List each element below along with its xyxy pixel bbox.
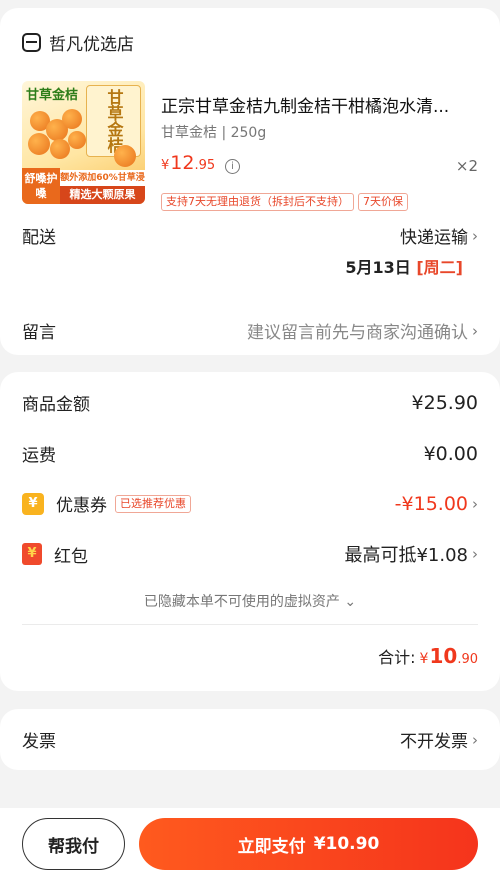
goods-amount-row: 商品金额 ¥25.90 xyxy=(22,390,478,416)
service-tags: 支持7天无理由退货（拆封后不支持） 7天价保 xyxy=(161,193,408,211)
invoice-value: 不开发票 xyxy=(400,732,468,752)
total-currency: ¥ xyxy=(419,651,429,667)
delivery-method: 快递运输 › xyxy=(400,223,478,249)
delivery-label: 配送 xyxy=(22,228,56,248)
fruit-shape xyxy=(114,145,136,167)
thumbnail-foot-label: 精选大颗原果 xyxy=(60,186,145,204)
help-me-pay-button[interactable]: 帮我付 xyxy=(22,818,125,870)
total-label: 合计: xyxy=(378,648,416,667)
message-label: 留言 xyxy=(22,323,56,343)
thumbnail-package: 甘草金桔 xyxy=(86,85,141,157)
product-title[interactable]: 正宗甘草金桔九制金桔干柑橘泡水清... xyxy=(161,92,481,117)
price-currency: ¥ xyxy=(161,158,170,173)
red-packet-value: 最高可抵¥1.08 xyxy=(344,545,468,566)
chevron-right-icon: › xyxy=(472,730,478,749)
price-protection-tag: 7天价保 xyxy=(358,193,408,211)
chevron-right-icon: › xyxy=(472,226,478,245)
shipping-fee-row: 运费 ¥0.00 xyxy=(22,441,478,467)
price-integer: 12 xyxy=(170,152,195,174)
chevron-right-icon: › xyxy=(472,545,478,563)
message-row[interactable]: 留言 建议留言前先与商家沟通确认 › xyxy=(22,318,478,344)
order-total: 合计: ¥ 10 .90 xyxy=(378,644,478,668)
pay-now-label: 立即支付 xyxy=(237,836,306,857)
red-packet-label: 红包 xyxy=(54,546,88,567)
goods-amount-label: 商品金额 xyxy=(22,395,90,415)
return-policy-tag: 支持7天无理由退货（拆封后不支持） xyxy=(161,193,354,211)
delivery-weekday: [周二] xyxy=(416,258,463,277)
pay-now-amount: ¥10.90 xyxy=(313,834,380,854)
red-packet-row[interactable]: ¥ 红包 最高可抵¥1.08 › xyxy=(22,541,478,567)
product-price: ¥ 12 .95 xyxy=(161,152,215,174)
store-icon xyxy=(22,33,41,52)
fruit-shape xyxy=(62,109,82,129)
product-spec: 甘草金桔 | 250g xyxy=(161,125,267,141)
thumbnail-title: 甘草金桔 xyxy=(26,88,79,103)
hidden-assets-toggle[interactable]: 已隐藏本单不可使用的虚拟资产 ⌄ xyxy=(0,591,500,611)
pay-now-button[interactable]: 立即支付 ¥10.90 xyxy=(139,818,478,870)
price-decimal: .95 xyxy=(194,158,216,173)
coupon-badge: 已选推荐优惠 xyxy=(115,494,191,513)
shipping-fee-value: ¥0.00 xyxy=(423,442,478,465)
invoice-row[interactable]: 发票 不开发票 › xyxy=(22,727,478,753)
bottom-action-bar: 帮我付 立即支付 ¥10.90 xyxy=(0,808,500,881)
chevron-right-icon: › xyxy=(472,494,478,513)
total-price: ¥ 10 .90 xyxy=(420,644,478,668)
store-name: 哲凡优选店 xyxy=(49,35,134,55)
message-placeholder: 建议留言前先与商家沟通确认 xyxy=(247,323,468,343)
coupon-value: -¥15.00 xyxy=(394,492,468,515)
delivery-date: 5月13日 [周二] xyxy=(345,254,463,278)
invoice-label: 发票 xyxy=(22,732,56,752)
total-integer: 10 xyxy=(429,644,458,668)
price-info-icon[interactable]: i xyxy=(225,159,240,174)
red-packet-icon: ¥ xyxy=(22,543,42,565)
fruit-shape xyxy=(50,139,70,159)
product-thumbnail[interactable]: 甘草金桔 甘草金桔 舒嗓护嗓 额外添加60%甘草浸 精选大颗原果 xyxy=(22,81,145,204)
thumbnail-side-label: 舒嗓护嗓 xyxy=(22,168,60,204)
hidden-assets-text: 已隐藏本单不可使用的虚拟资产 xyxy=(143,594,340,610)
help-me-pay-label: 帮我付 xyxy=(48,836,99,857)
total-decimal: .90 xyxy=(457,652,478,667)
store-header[interactable]: 哲凡优选店 xyxy=(22,30,134,55)
delivery-method-text: 快递运输 xyxy=(400,228,468,248)
delivery-date-text: 5月13日 xyxy=(345,258,411,277)
thumbnail-band-label: 额外添加60%甘草浸 xyxy=(60,170,145,186)
shipping-fee-label: 运费 xyxy=(22,446,56,466)
divider xyxy=(22,624,478,625)
goods-amount-value: ¥25.90 xyxy=(411,391,478,414)
coupon-label: 优惠券 xyxy=(56,496,107,516)
product-quantity: ×2 xyxy=(455,157,478,175)
fruit-shape xyxy=(28,133,50,155)
message-field[interactable]: 建议留言前先与商家沟通确认 › xyxy=(247,318,478,344)
delivery-row[interactable]: 配送 快递运输 › xyxy=(22,223,478,249)
order-store-card: 哲凡优选店 甘草金桔 甘草金桔 舒嗓护嗓 额外添加60%甘草浸 精选大颗原果 正… xyxy=(0,8,500,355)
coupon-row[interactable]: ¥ 优惠券 已选推荐优惠 -¥15.00 › xyxy=(22,491,478,516)
chevron-down-icon: ⌄ xyxy=(344,594,357,610)
chevron-right-icon: › xyxy=(472,321,478,340)
fruit-shape xyxy=(68,131,86,149)
coupon-icon: ¥ xyxy=(22,492,44,515)
